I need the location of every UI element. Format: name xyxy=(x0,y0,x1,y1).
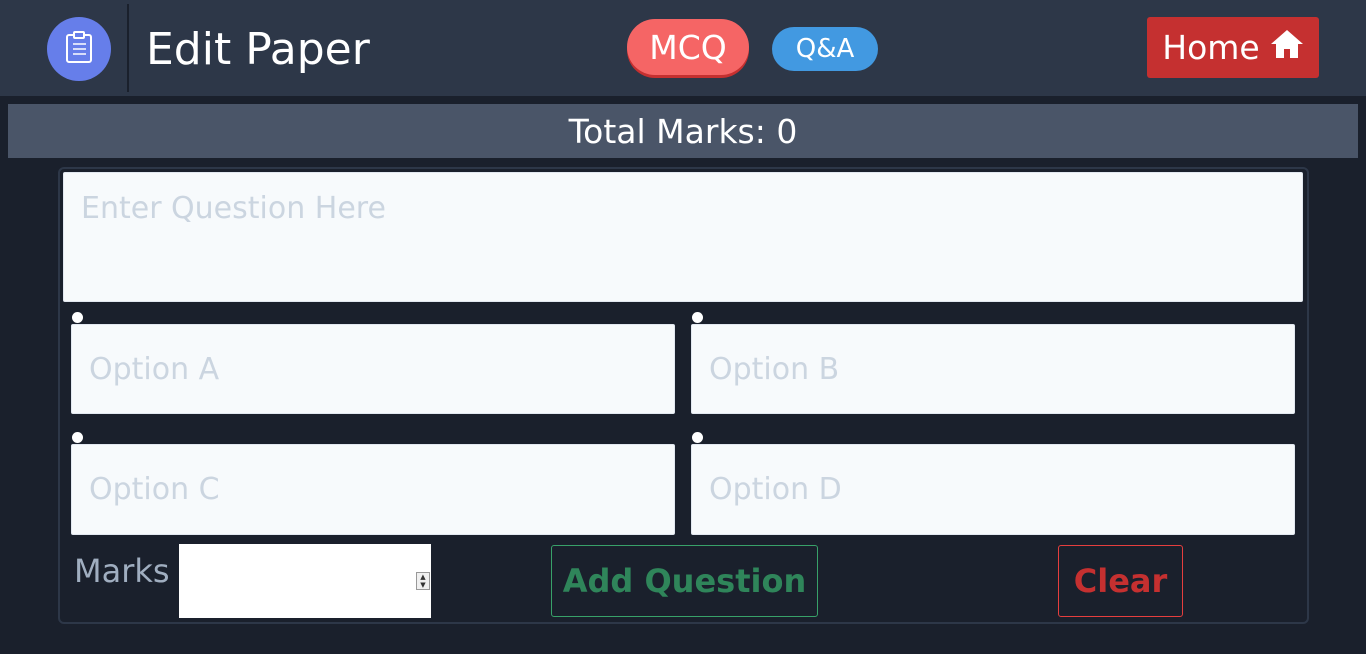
option-b-radio[interactable] xyxy=(692,312,703,323)
chevron-up-icon[interactable]: ▲ xyxy=(417,573,429,581)
option-a-input[interactable] xyxy=(71,324,675,414)
option-a-radio[interactable] xyxy=(72,312,83,323)
add-question-button[interactable]: Add Question xyxy=(551,545,818,617)
header-divider xyxy=(127,4,129,92)
marks-stepper[interactable]: ▲ ▼ xyxy=(416,572,430,590)
option-d-input[interactable] xyxy=(691,444,1295,535)
marks-label: Marks xyxy=(74,552,170,590)
home-icon xyxy=(1270,28,1304,67)
option-b-input[interactable] xyxy=(691,324,1295,414)
option-d-radio[interactable] xyxy=(692,432,703,443)
chevron-down-icon[interactable]: ▼ xyxy=(417,581,429,589)
option-c-input[interactable] xyxy=(71,444,675,535)
home-button-label: Home xyxy=(1162,28,1260,67)
app-header: Edit Paper MCQ Q&A Home xyxy=(0,0,1366,96)
question-input[interactable] xyxy=(63,172,1303,302)
page-title: Edit Paper xyxy=(146,24,370,75)
total-marks-bar: Total Marks: 0 xyxy=(8,104,1358,158)
tab-mcq[interactable]: MCQ xyxy=(627,19,749,75)
clipboard-icon xyxy=(65,30,93,68)
total-marks: Total Marks: 0 xyxy=(568,111,798,151)
option-c-radio[interactable] xyxy=(72,432,83,443)
tab-qa[interactable]: Q&A xyxy=(772,27,878,71)
logo xyxy=(47,17,111,81)
clear-button[interactable]: Clear xyxy=(1058,545,1183,617)
home-button[interactable]: Home xyxy=(1147,17,1319,78)
marks-input[interactable] xyxy=(179,544,431,618)
